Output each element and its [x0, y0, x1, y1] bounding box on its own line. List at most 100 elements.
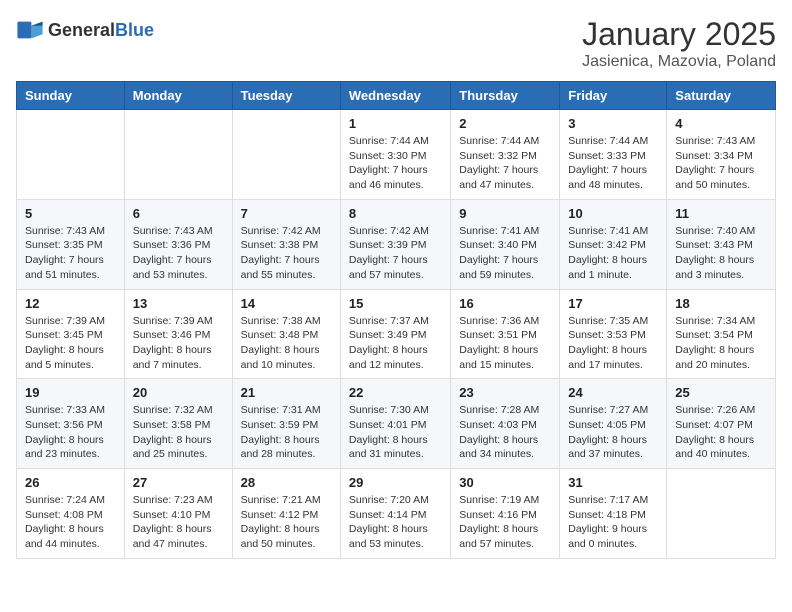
- calendar-cell: 7 Sunrise: 7:42 AM Sunset: 3:38 PM Daylig…: [232, 199, 340, 289]
- day-number: 17: [568, 296, 658, 311]
- calendar-cell: 26 Sunrise: 7:24 AM Sunset: 4:08 PM Dayli…: [17, 469, 125, 559]
- weekday-header: Tuesday: [232, 82, 340, 110]
- weekday-header: Sunday: [17, 82, 125, 110]
- calendar-cell: 23Sunrise: 7:28 AM Sunset: 4:03 PM Dayli…: [451, 379, 560, 469]
- day-info: Sunrise: 7:41 AM Sunset: 3:40 PM Dayligh…: [459, 224, 551, 283]
- logo-text: GeneralBlue: [48, 20, 154, 41]
- calendar-cell: 27 Sunrise: 7:23 AM Sunset: 4:10 PM Dayli…: [124, 469, 232, 559]
- calendar-cell: [17, 110, 125, 200]
- calendar-week-row: 5Sunrise: 7:43 AM Sunset: 3:35 PM Daylig…: [17, 199, 776, 289]
- day-number: 30: [459, 475, 551, 490]
- day-info: Sunrise: 7:24 AM Sunset: 4:08 PM Dayligh…: [25, 493, 116, 552]
- day-number: 18: [675, 296, 767, 311]
- day-info: Sunrise: 7:32 AM Sunset: 3:58 PM Dayligh…: [133, 403, 224, 462]
- calendar-cell: [667, 469, 776, 559]
- day-info: Sunrise: 7:19 AM Sunset: 4:16 PM Dayligh…: [459, 493, 551, 552]
- calendar-cell: 29 Sunrise: 7:20 AM Sunset: 4:14 PM Dayli…: [340, 469, 450, 559]
- day-number: 9: [459, 206, 551, 221]
- day-number: 25: [675, 385, 767, 400]
- calendar-cell: 1 Sunrise: 7:44 AM Sunset: 3:30 PM Daylig…: [340, 110, 450, 200]
- day-number: 8: [349, 206, 442, 221]
- logo-icon: [16, 16, 44, 44]
- day-number: 14: [241, 296, 332, 311]
- day-number: 6: [133, 206, 224, 221]
- day-number: 20: [133, 385, 224, 400]
- calendar-cell: 20 Sunrise: 7:32 AM Sunset: 3:58 PM Dayli…: [124, 379, 232, 469]
- calendar-cell: 30 Sunrise: 7:19 AM Sunset: 4:16 PM Dayli…: [451, 469, 560, 559]
- day-number: 24: [568, 385, 658, 400]
- calendar-cell: [124, 110, 232, 200]
- day-info: Sunrise: 7:44 AM Sunset: 3:33 PM Dayligh…: [568, 134, 658, 193]
- calendar-cell: 21Sunrise: 7:31 AM Sunset: 3:59 PM Dayli…: [232, 379, 340, 469]
- day-number: 11: [675, 206, 767, 221]
- calendar-cell: 19 Sunrise: 7:33 AM Sunset: 3:56 PM Dayli…: [17, 379, 125, 469]
- day-info: Sunrise: 7:27 AM Sunset: 4:05 PM Dayligh…: [568, 403, 658, 462]
- calendar-cell: 12Sunrise: 7:39 AM Sunset: 3:45 PM Dayli…: [17, 289, 125, 379]
- weekday-header: Thursday: [451, 82, 560, 110]
- calendar-cell: 11Sunrise: 7:40 AM Sunset: 3:43 PM Dayli…: [667, 199, 776, 289]
- day-number: 4: [675, 116, 767, 131]
- calendar-cell: 14Sunrise: 7:38 AM Sunset: 3:48 PM Dayli…: [232, 289, 340, 379]
- day-info: Sunrise: 7:33 AM Sunset: 3:56 PM Dayligh…: [25, 403, 116, 462]
- day-info: Sunrise: 7:23 AM Sunset: 4:10 PM Dayligh…: [133, 493, 224, 552]
- calendar-cell: 6 Sunrise: 7:43 AM Sunset: 3:36 PM Daylig…: [124, 199, 232, 289]
- day-number: 21: [241, 385, 332, 400]
- day-number: 22: [349, 385, 442, 400]
- day-info: Sunrise: 7:43 AM Sunset: 3:36 PM Dayligh…: [133, 224, 224, 283]
- day-info: Sunrise: 7:35 AM Sunset: 3:53 PM Dayligh…: [568, 314, 658, 373]
- day-number: 7: [241, 206, 332, 221]
- calendar-week-row: 26 Sunrise: 7:24 AM Sunset: 4:08 PM Dayli…: [17, 469, 776, 559]
- location-title: Jasienica, Mazovia, Poland: [582, 53, 776, 71]
- calendar-cell: 31Sunrise: 7:17 AM Sunset: 4:18 PM Dayli…: [560, 469, 667, 559]
- day-info: Sunrise: 7:39 AM Sunset: 3:45 PM Dayligh…: [25, 314, 116, 373]
- calendar-cell: 17 Sunrise: 7:35 AM Sunset: 3:53 PM Dayli…: [560, 289, 667, 379]
- calendar-cell: 18 Sunrise: 7:34 AM Sunset: 3:54 PM Dayli…: [667, 289, 776, 379]
- day-info: Sunrise: 7:37 AM Sunset: 3:49 PM Dayligh…: [349, 314, 442, 373]
- page-header: GeneralBlue January 2025 Jasienica, Mazo…: [16, 16, 776, 71]
- logo-blue: Blue: [115, 20, 154, 40]
- day-number: 2: [459, 116, 551, 131]
- calendar-cell: 22 Sunrise: 7:30 AM Sunset: 4:01 PM Dayli…: [340, 379, 450, 469]
- day-info: Sunrise: 7:30 AM Sunset: 4:01 PM Dayligh…: [349, 403, 442, 462]
- title-block: January 2025 Jasienica, Mazovia, Poland: [582, 16, 776, 71]
- day-number: 10: [568, 206, 658, 221]
- day-info: Sunrise: 7:39 AM Sunset: 3:46 PM Dayligh…: [133, 314, 224, 373]
- day-number: 26: [25, 475, 116, 490]
- calendar-cell: 3 Sunrise: 7:44 AM Sunset: 3:33 PM Daylig…: [560, 110, 667, 200]
- calendar-header-row: SundayMondayTuesdayWednesdayThursdayFrid…: [17, 82, 776, 110]
- calendar-cell: 13 Sunrise: 7:39 AM Sunset: 3:46 PM Dayli…: [124, 289, 232, 379]
- weekday-header: Saturday: [667, 82, 776, 110]
- day-info: Sunrise: 7:20 AM Sunset: 4:14 PM Dayligh…: [349, 493, 442, 552]
- day-info: Sunrise: 7:21 AM Sunset: 4:12 PM Dayligh…: [241, 493, 332, 552]
- day-info: Sunrise: 7:42 AM Sunset: 3:39 PM Dayligh…: [349, 224, 442, 283]
- day-info: Sunrise: 7:26 AM Sunset: 4:07 PM Dayligh…: [675, 403, 767, 462]
- day-info: Sunrise: 7:43 AM Sunset: 3:34 PM Dayligh…: [675, 134, 767, 193]
- calendar-table: SundayMondayTuesdayWednesdayThursdayFrid…: [16, 81, 776, 559]
- day-number: 29: [349, 475, 442, 490]
- day-info: Sunrise: 7:41 AM Sunset: 3:42 PM Dayligh…: [568, 224, 658, 283]
- day-number: 19: [25, 385, 116, 400]
- day-number: 1: [349, 116, 442, 131]
- day-number: 3: [568, 116, 658, 131]
- day-number: 5: [25, 206, 116, 221]
- day-number: 23: [459, 385, 551, 400]
- calendar-cell: 2 Sunrise: 7:44 AM Sunset: 3:32 PM Daylig…: [451, 110, 560, 200]
- day-info: Sunrise: 7:44 AM Sunset: 3:32 PM Dayligh…: [459, 134, 551, 193]
- calendar-cell: 10 Sunrise: 7:41 AM Sunset: 3:42 PM Dayli…: [560, 199, 667, 289]
- calendar-cell: 15Sunrise: 7:37 AM Sunset: 3:49 PM Dayli…: [340, 289, 450, 379]
- weekday-header: Friday: [560, 82, 667, 110]
- day-number: 28: [241, 475, 332, 490]
- logo-general: General: [48, 20, 115, 40]
- calendar-week-row: 1 Sunrise: 7:44 AM Sunset: 3:30 PM Daylig…: [17, 110, 776, 200]
- weekday-header: Wednesday: [340, 82, 450, 110]
- day-info: Sunrise: 7:44 AM Sunset: 3:30 PM Dayligh…: [349, 134, 442, 193]
- day-number: 13: [133, 296, 224, 311]
- day-info: Sunrise: 7:34 AM Sunset: 3:54 PM Dayligh…: [675, 314, 767, 373]
- day-info: Sunrise: 7:42 AM Sunset: 3:38 PM Dayligh…: [241, 224, 332, 283]
- logo: GeneralBlue: [16, 16, 154, 44]
- weekday-header: Monday: [124, 82, 232, 110]
- calendar-cell: 16Sunrise: 7:36 AM Sunset: 3:51 PM Dayli…: [451, 289, 560, 379]
- calendar-cell: [232, 110, 340, 200]
- calendar-cell: 28 Sunrise: 7:21 AM Sunset: 4:12 PM Dayli…: [232, 469, 340, 559]
- day-number: 27: [133, 475, 224, 490]
